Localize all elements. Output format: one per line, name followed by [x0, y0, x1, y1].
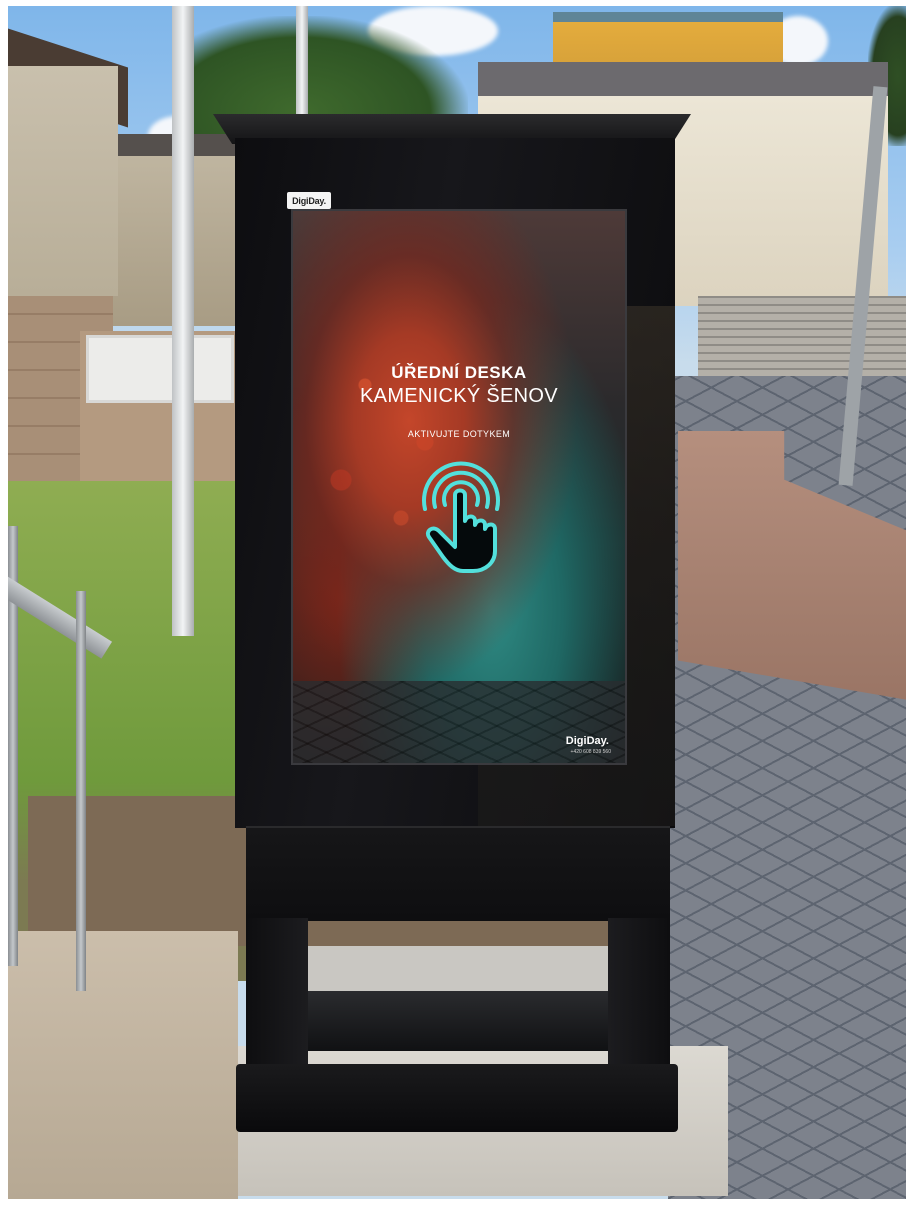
kiosk-leg — [608, 918, 670, 1068]
kiosk-shelf — [303, 991, 613, 1051]
kiosk-foot — [236, 1064, 678, 1132]
church-stairs — [698, 296, 906, 376]
railing-post — [76, 591, 86, 991]
kiosk-leg — [246, 918, 308, 1068]
noticeboard-glass — [86, 335, 234, 403]
kiosk-lower-panel — [246, 826, 670, 921]
activate-hint: AKTIVUJTE DOTYKEM — [407, 429, 511, 439]
screen-brand: DigiDay. — [565, 735, 609, 747]
concrete-step — [308, 946, 608, 996]
old-noticeboard — [80, 331, 240, 481]
touch-hand-icon[interactable] — [411, 449, 511, 577]
flag-pole — [296, 6, 308, 121]
flag-pole — [172, 6, 194, 636]
screen-phone: +420 608 839 560 — [570, 749, 611, 755]
house — [8, 66, 118, 296]
frame-logo: DigiDay. — [287, 192, 331, 209]
screen-title: ÚŘEDNÍ DESKA — [391, 363, 527, 382]
photo: DigiDay. ÚŘEDNÍ DESKA KAMENICKÝ ŠENOV AK… — [8, 6, 906, 1199]
stone-step — [8, 931, 238, 1199]
touch-screen[interactable]: ÚŘEDNÍ DESKA KAMENICKÝ ŠENOV AKTIVUJTE D… — [291, 209, 627, 765]
screen-subtitle: KAMENICKÝ ŠENOV — [360, 385, 558, 407]
